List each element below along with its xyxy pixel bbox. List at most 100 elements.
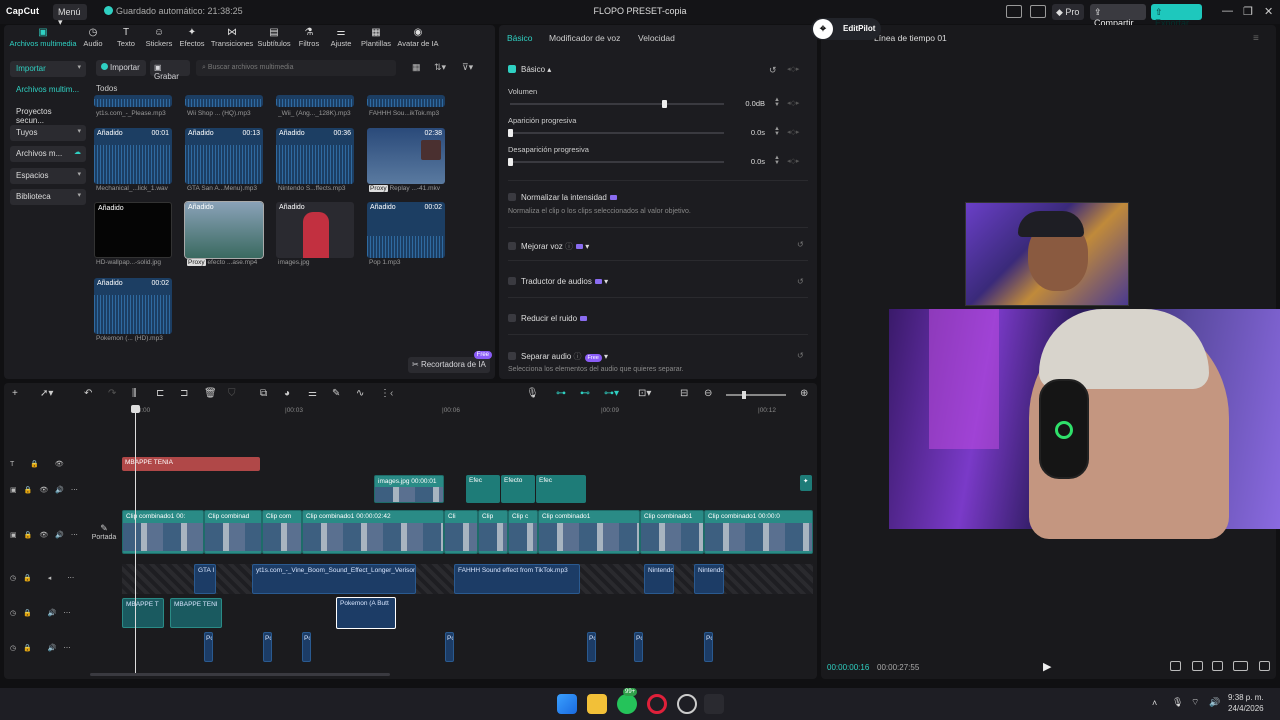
snapshot-icon[interactable]: ⊟ — [680, 388, 688, 399]
linkage-icon[interactable]: ⊶▾ — [604, 388, 619, 399]
keyframe-icon[interactable]: ◂◇▸ — [787, 99, 799, 107]
more-icon[interactable]: ⋮ — [380, 388, 390, 399]
horizontal-scrollbar[interactable] — [90, 673, 390, 676]
basic-section-header[interactable]: Básico ▴ — [508, 65, 551, 74]
search-input[interactable]: ⌕ Buscar archivos multimedia — [196, 60, 396, 76]
playhead-handle[interactable] — [131, 405, 140, 413]
whatsapp-icon[interactable]: 99+ — [617, 688, 638, 714]
close-icon[interactable]: ✕ — [1264, 5, 1273, 18]
media-thumb[interactable] — [276, 95, 354, 107]
reset-icon[interactable]: ↺ — [797, 351, 804, 360]
enhance-voice-row[interactable]: Mejorar voz ⓘ ▾ — [508, 241, 589, 252]
split-left-icon[interactable]: ⊏ — [156, 388, 164, 399]
sidebar-item-library[interactable]: Biblioteca ▾ — [10, 189, 86, 205]
normalize-row[interactable]: Normalizar la intensidad — [508, 193, 617, 202]
main-clip[interactable]: Cli — [444, 510, 478, 554]
magnet-icon[interactable]: ⊷ — [580, 388, 590, 399]
translator-row[interactable]: Traductor de audios ▾ — [508, 277, 608, 286]
mic-tray-icon[interactable]: 🎙 — [1172, 697, 1183, 708]
main-clip[interactable]: Clip — [478, 510, 508, 554]
separate-checkbox[interactable] — [508, 352, 516, 360]
fade-out-slider[interactable] — [508, 158, 724, 166]
enhance-checkbox[interactable] — [508, 242, 516, 250]
adjust-icon[interactable]: ⚌ — [308, 388, 317, 399]
media-thumb[interactable]: Añadido 00:02 — [367, 202, 445, 258]
noise-checkbox[interactable] — [508, 314, 516, 322]
record-button[interactable]: ▣ Grabar — [150, 60, 190, 81]
opera-icon[interactable] — [647, 694, 667, 714]
editpilot-button[interactable]: ⌖ EditPilot — [811, 18, 881, 40]
media-thumb[interactable] — [94, 95, 172, 107]
audio-wave-icon[interactable]: ∿ — [356, 388, 364, 399]
volume-slider[interactable] — [510, 100, 724, 108]
tab-transitions[interactable]: ⋈ Transiciones — [210, 27, 254, 48]
play-icon[interactable]: ▶ — [1043, 660, 1051, 673]
noise-row[interactable]: Reducir el ruido — [508, 314, 588, 323]
stepper-icon[interactable]: ▲ ▼ — [774, 126, 780, 137]
file-explorer-icon[interactable] — [587, 694, 607, 714]
audio-clip[interactable]: Po — [263, 632, 272, 662]
fit-icon[interactable] — [1192, 661, 1203, 671]
time-ruler[interactable]: 00:00 |00:03 |00:06 |00:09 |00:12 — [124, 405, 817, 417]
crop-tool-icon[interactable]: ⧉ — [260, 388, 267, 399]
tab-adjust[interactable]: ⚌ Ajuste — [328, 27, 354, 48]
media-thumb[interactable] — [185, 95, 263, 107]
capcut-taskbar-icon[interactable] — [704, 694, 724, 714]
tab-avatar[interactable]: ◉ Avatar de IA — [396, 27, 440, 48]
sidebar-item-subprojects[interactable]: Proyectos secun... — [10, 104, 86, 125]
chrome-icon[interactable] — [677, 694, 697, 714]
media-thumb[interactable] — [367, 95, 445, 107]
media-thumb[interactable]: Añadido — [184, 201, 264, 259]
keyframe-icon[interactable]: ◂◇▸ — [787, 65, 799, 73]
text-track-controls[interactable]: T 🔒 👁 — [10, 460, 71, 468]
link-main-icon[interactable]: ⊶ — [556, 388, 566, 399]
audio-track-3-controls[interactable]: ◷🔒 🔊⋯ — [10, 644, 77, 652]
stepper-icon[interactable]: ▲ ▼ — [774, 155, 780, 166]
tab-subtitles[interactable]: ▤ Subtítulos — [256, 27, 292, 48]
restore-icon[interactable]: ❐ — [1243, 5, 1253, 18]
main-clip[interactable]: Clip combinado1 — [538, 510, 640, 554]
tab-media[interactable]: ▣ Archivos multimedia — [8, 27, 78, 48]
audio-clip[interactable]: GTA I — [194, 564, 216, 594]
main-clip[interactable]: Clip com — [262, 510, 302, 554]
audio-clip[interactable]: FAHHH Sound effect from TikTok.mp3 — [454, 564, 580, 594]
media-thumb[interactable]: Añadido 00:02 — [94, 278, 172, 334]
audio-clip[interactable]: MBAPPE T — [122, 598, 164, 628]
split-icon[interactable]: ⫼ — [132, 388, 137, 399]
minimize-icon[interactable]: — — [1222, 5, 1233, 17]
grid-view-icon[interactable]: ▦ — [412, 62, 421, 73]
overlay-clip[interactable]: images.jpg 00:00:01 — [374, 475, 444, 503]
main-clip[interactable]: Clip combinado1 00:00:02:42 — [302, 510, 444, 554]
delete-icon[interactable]: 🗑 — [204, 388, 217, 399]
audio-clip[interactable]: Po — [302, 632, 311, 662]
import-button[interactable]: Importar — [96, 60, 146, 76]
tab-audio[interactable]: ◷ Audio — [80, 27, 106, 48]
text-clip[interactable]: MBAPPE TENIA — [122, 457, 260, 471]
mic-icon[interactable]: 🎙 — [526, 388, 539, 399]
main-track-controls[interactable]: ▣🔒👁🔊⋯ — [10, 531, 85, 539]
media-thumb[interactable]: Añadido — [276, 202, 354, 258]
media-thumb[interactable]: Añadido 00:13 — [185, 128, 263, 184]
tab-stickers[interactable]: ☺ Stickers — [144, 27, 174, 48]
zoom-out-icon[interactable]: ⊖ — [704, 388, 712, 399]
zoom-knob[interactable] — [742, 391, 746, 399]
menu-lines-icon[interactable]: ≡ — [1253, 33, 1259, 44]
audio-clip[interactable]: yt1s.com_-_Vine_Boom_Sound_Effect_Longer… — [252, 564, 416, 594]
main-clip[interactable]: Clip combinado1 — [640, 510, 704, 554]
audio-track-2-controls[interactable]: ◷🔒 🔊⋯ — [10, 609, 77, 617]
main-clip[interactable]: Clip combinado1 00:00:0 — [704, 510, 813, 554]
ratio-icon[interactable] — [1233, 661, 1248, 671]
export-button[interactable]: ⇧ Exportar — [1151, 4, 1202, 28]
sidebar-item-import[interactable]: Importar ▾ — [10, 61, 86, 77]
audio-clip[interactable]: Nintendo — [694, 564, 724, 594]
sidebar-item-spaces[interactable]: Espacios ▾ — [10, 168, 86, 184]
audio-clip-selected[interactable]: Pokemon (A Butt — [336, 597, 396, 629]
sort-icon[interactable]: ⇅▾ — [434, 62, 446, 73]
tab-voice-changer[interactable]: Modificador de voz — [549, 33, 620, 43]
reset-icon[interactable]: ↺ — [769, 65, 777, 76]
tab-text[interactable]: T Texto — [112, 27, 140, 48]
fullscreen-icon[interactable] — [1259, 661, 1270, 671]
redo-icon[interactable]: ↷ — [108, 388, 116, 399]
zoom-slider[interactable] — [726, 391, 786, 399]
filter-icon[interactable]: ⊽▾ — [462, 62, 473, 73]
